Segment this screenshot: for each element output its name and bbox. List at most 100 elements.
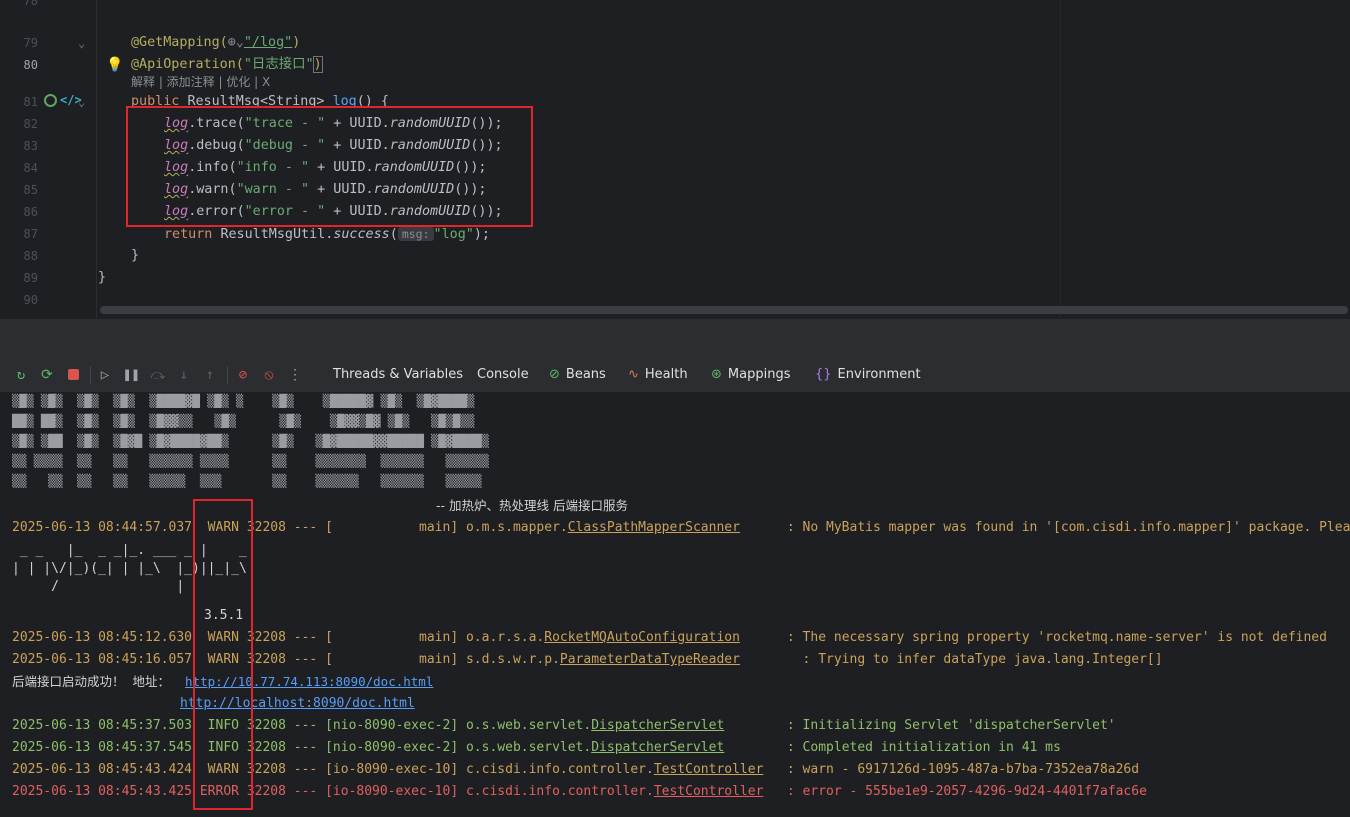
line-number-current: 80 (23, 58, 38, 72)
tab-label: Health (644, 367, 688, 382)
keyword-return: return (164, 227, 221, 242)
editor-horizontal-scrollbar[interactable] (100, 306, 1348, 314)
toolbar-separator (227, 366, 228, 384)
editor-gutter-strip (0, 0, 14, 318)
log-line: 2025-06-13 08:45:37.545 INFO 32208 --- [… (12, 737, 1061, 759)
log-thread: [io-8090-exec-10] (325, 784, 459, 799)
tab-environment[interactable]: {} Environment (815, 358, 921, 392)
annotation-getmapping: @GetMapping( (131, 35, 228, 50)
highlight-box-log-lines (126, 106, 533, 227)
line-number: 90 (23, 293, 38, 307)
mapping-path[interactable]: "/log" (244, 35, 292, 50)
log-line: 2025-06-13 08:45:43.425 ERROR 32208 --- … (12, 781, 1147, 803)
more-options-icon[interactable]: ⋮ (287, 367, 303, 383)
apioperation-value: "日志接口" (243, 57, 314, 72)
line-number: 84 (23, 161, 38, 175)
fold-chevron-icon[interactable]: ⌄ (78, 36, 85, 50)
log-message: : Completed initialization in 41 ms (786, 740, 1061, 755)
log-package: o.m.s.mapper. (465, 520, 568, 535)
log-line: 2025-06-13 08:45:43.424 WARN 32208 --- [… (12, 759, 1139, 781)
line-number: 83 (23, 139, 38, 153)
line-number: 85 (23, 183, 38, 197)
log-class-link[interactable]: RocketMQAutoConfiguration (544, 630, 740, 645)
code-editor[interactable]: 78 79 80 81 82 83 84 85 86 87 88 89 90 ⌄… (0, 0, 1350, 318)
annotation-close: ) (312, 56, 323, 73)
rerun-icon[interactable]: ↻ (13, 367, 29, 383)
annotation-close: ) (292, 35, 301, 50)
log-class-link[interactable]: TestController (654, 762, 764, 777)
step-into-icon[interactable]: ↓ (176, 367, 192, 383)
log-line: 2025-06-13 08:45:37.503 INFO 32208 --- [… (12, 715, 1116, 737)
success-method: success (333, 227, 390, 242)
log-timestamp: 2025-06-13 08:45:43.425 (12, 784, 193, 799)
log-message: : The necessary spring property 'rocketm… (786, 630, 1327, 645)
spring-bean-icon[interactable] (44, 94, 57, 107)
log-message: : Trying to infer dataType java.lang.Int… (802, 652, 1163, 667)
line-number: 87 (23, 227, 38, 241)
startup-banner-art: ▒█▒ ▒█▒ ▒█▒ ▒█▒ ▒████▓█ ▒█▒ ▒ ▒█▒ ▒█████… (12, 394, 489, 488)
beans-icon: ⊘ (549, 367, 560, 382)
lightbulb-icon[interactable]: 💡 (106, 57, 123, 73)
tab-mappings[interactable]: ⊛ Mappings (711, 358, 790, 392)
success-arg: "log" (433, 227, 474, 242)
tab-label: Beans (565, 367, 606, 382)
log-separator: --- (293, 630, 318, 645)
restart-icon[interactable]: ⟳ (39, 367, 55, 383)
tab-threads-variables[interactable]: Threads & Variables (333, 358, 463, 392)
view-breakpoints-icon[interactable]: ⊘ (235, 367, 251, 383)
tab-health[interactable]: ∿ Health (628, 358, 688, 392)
log-message: : Initializing Servlet 'dispatcherServle… (786, 718, 1116, 733)
console-output[interactable]: ▒█▒ ▒█▒ ▒█▒ ▒█▒ ▒████▓█ ▒█▒ ▒ ▒█▒ ▒█████… (0, 392, 1350, 817)
step-out-icon[interactable]: ↑ (202, 367, 218, 383)
panel-splitter[interactable] (0, 318, 1350, 359)
toolbar-separator (90, 366, 91, 384)
log-class-link[interactable]: ParameterDataTypeReader (560, 652, 740, 667)
fold-chevron-icon[interactable]: ⌄ (78, 95, 85, 109)
resume-icon[interactable]: ▷ (97, 367, 113, 383)
globe-icon[interactable]: ⊕⌄ (228, 35, 244, 50)
line-number: 86 (23, 205, 38, 219)
tab-label: Threads & Variables (333, 367, 464, 382)
health-icon: ∿ (628, 367, 639, 382)
tab-label: Environment (837, 367, 921, 382)
log-separator: --- (293, 784, 318, 799)
log-message: : warn - 6917126d-1095-487a-b7ba-7352ea7… (786, 762, 1140, 777)
log-thread: [ main] (325, 520, 459, 535)
log-line: 2025-06-13 08:45:16.057 WARN 32208 --- [… (12, 649, 1163, 671)
pause-icon[interactable]: ❚❚ (123, 367, 140, 383)
log-class-link[interactable]: TestController (654, 784, 764, 799)
log-package: s.d.s.w.r.p. (465, 652, 560, 667)
line-number: 89 (23, 271, 38, 285)
log-class-link[interactable]: ClassPathMapperScanner (568, 520, 740, 535)
log-thread: [ main] (325, 652, 459, 667)
right-margin-guide (1060, 0, 1061, 318)
gutter-separator (96, 0, 97, 318)
log-package: o.a.r.s.a. (465, 630, 545, 645)
tab-beans[interactable]: ⊘ Beans (549, 358, 606, 392)
banner-caption: -- 加热炉、热处理线 后端接口服务 (436, 498, 628, 513)
line-number: 78 (23, 0, 38, 8)
mappings-icon: ⊛ (711, 367, 722, 382)
step-over-icon[interactable]: ⤼ (150, 367, 166, 383)
statement-end: ); (473, 227, 490, 242)
parameter-hint: msg: (397, 227, 434, 241)
log-thread: [nio-8090-exec-2] (325, 718, 459, 733)
line-number: 81 (23, 95, 38, 109)
stop-icon[interactable] (65, 367, 81, 383)
log-class-link[interactable]: DispatcherServlet (591, 718, 724, 733)
code-line-89: } (98, 270, 107, 285)
environment-icon: {} (815, 367, 832, 382)
line-number: 79 (23, 36, 38, 50)
util-class: ResultMsgUtil. (220, 227, 334, 242)
log-timestamp: 2025-06-13 08:44:57.037 (12, 520, 193, 535)
annotation-apioperation: @ApiOperation( (131, 57, 244, 72)
tab-console[interactable]: Console (477, 358, 529, 392)
log-class-link[interactable]: DispatcherServlet (591, 740, 724, 755)
ai-inlay-actions[interactable]: 解释 | 添加注释 | 优化 | X (131, 73, 270, 91)
code-line-79: @GetMapping(⊕⌄"/log") (131, 32, 300, 54)
ascii-art-line: / | (12, 579, 185, 594)
log-package: o.s.web.servlet. (465, 718, 592, 733)
mute-breakpoints-icon[interactable]: ⦸ (261, 367, 277, 383)
log-timestamp: 2025-06-13 08:45:43.424 (12, 762, 193, 777)
log-separator: --- (293, 520, 318, 535)
